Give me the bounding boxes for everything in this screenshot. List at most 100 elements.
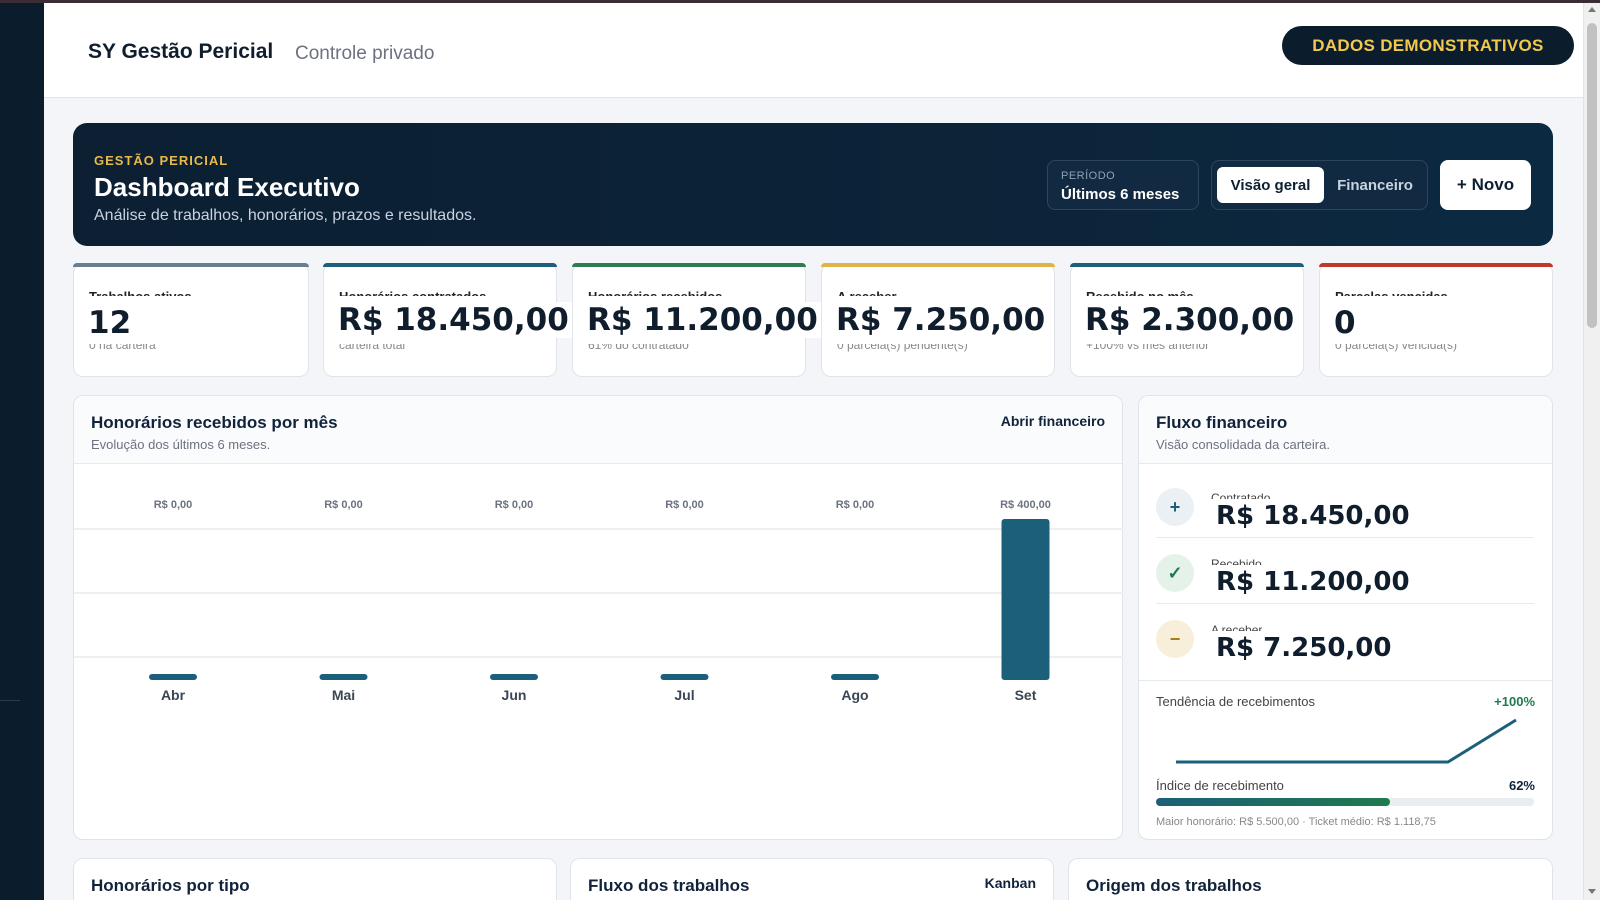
scroll-down-arrow[interactable] [1588,889,1596,894]
period-selector[interactable]: PERÍODO Últimos 6 meses [1047,160,1199,210]
bar-data-label: R$ 0,00 [665,499,704,511]
kpi-sub-text: 0 na carteira [89,344,156,352]
fees-by-type-title: Honorários por tipo [91,876,250,895]
kpi-card[interactable]: Recebido no mês +100% vs mês anterior R$ 2… [1070,263,1304,377]
financial-flow-panel: Fluxo financeiro Visão consolidada da ca… [1138,395,1553,840]
top-bar: SY Gestão Pericial Controle privado DADO… [44,3,1583,98]
kpi-label: Honorários recebidos [588,290,722,296]
bar-data-label: R$ 0,00 [324,499,363,511]
monthly-fees-header: Honorários recebidos por mês Evolução do… [74,396,1122,464]
scroll-up-arrow[interactable] [1588,7,1596,12]
new-button[interactable]: + Novo [1440,160,1531,210]
monthly-fees-title: Honorários recebidos por mês [91,413,338,432]
monthly-fees-panel: Honorários recebidos por mês Evolução do… [73,395,1124,840]
open-financial-link[interactable]: Abrir financeiro [1001,413,1105,429]
flow-row-received: ✓ Recebido R$ 11.200,00 [1156,538,1534,604]
kpi-sub-text: carteira total [339,344,406,352]
work-origin-panel: Origem dos trabalhos [1068,858,1553,900]
flow-divider [1139,680,1552,681]
kanban-link[interactable]: Kanban [985,875,1036,891]
flow-label: Contratado [1211,491,1271,499]
flow-value: R$ 18.450,00 [1216,501,1414,531]
bar-jun[interactable] [490,674,538,680]
flow-row-receivable: − A receber R$ 7.250,00 [1156,604,1534,670]
kpi-sub: 61% do contratado [588,344,689,360]
trend-line [1176,718,1517,764]
tab-financial[interactable]: Financeiro [1325,167,1425,203]
fees-by-type-panel: Honorários por tipo [73,858,557,900]
financial-flow-subtitle: Visão consolidada da carteira. [1156,437,1330,452]
x-tick-label: Jun [502,687,527,703]
kpi-sub: carteira total [339,344,405,360]
period-label: PERÍODO [1061,170,1116,182]
flow-label: A receber [1211,623,1263,631]
kpi-sub-text: 61% do contratado [588,344,689,352]
kpi-label: Recebido no mês [1086,290,1194,296]
financial-flow-title: Fluxo financeiro [1156,413,1288,432]
kpi-sub: 0 parcela(s) vencida(s) [1335,344,1457,360]
kpi-sub-text: 0 parcela(s) pendente(s) [837,344,968,352]
kpi-sub-text: +100% vs mês anterior [1086,344,1210,352]
monthly-fees-chart: R$ 0,00 Abr R$ 0,00 Mai R$ 0,00 Jun R$ 0,00 Jul… [74,499,1124,703]
work-origin-title: Origem dos trabalhos [1086,876,1262,895]
kpi-value: 0 [1334,305,1362,341]
monthly-fees-subtitle: Evolução dos últimos 6 meses. [91,437,271,452]
sidebar [0,3,44,900]
kpi-sub: 0 parcela(s) pendente(s) [837,344,968,360]
kpi-card[interactable]: Honorários contratados carteira total R$ 1… [323,263,575,377]
minus-icon: − [1156,620,1194,658]
kpi-label: Honorários contratados [339,290,486,296]
kpi-card[interactable]: A receber 0 parcela(s) pendente(s) R$ 7.25… [821,263,1055,377]
scroll-thumb[interactable] [1587,23,1597,328]
kpi-label: Parcelas vencidas [1335,290,1448,296]
kpi-value: R$ 7.250,00 [836,302,1052,338]
page-title: Dashboard Executivo [94,172,360,202]
x-tick-label: Set [1015,687,1037,703]
bar-set[interactable] [1001,519,1050,680]
x-tick-label: Abr [161,687,186,703]
app-brand[interactable]: SY Gestão Pericial [88,40,273,64]
bar-data-label: R$ 0,00 [836,499,875,511]
tab-overview[interactable]: Visão geral [1217,167,1324,203]
bar-data-label: R$ 0,00 [154,499,193,511]
flow-value: R$ 7.250,00 [1216,633,1396,663]
work-flow-title: Fluxo dos trabalhos [588,876,750,895]
bar-data-label: R$ 0,00 [495,499,534,511]
x-tick-label: Jul [674,687,694,703]
plus-icon: + [1156,488,1194,526]
page-subtitle: Análise de trabalhos, honorários, prazos… [94,207,477,224]
flow-label: Recebido [1211,557,1262,565]
index-progress-track [1156,798,1534,806]
bar-ago[interactable] [831,674,879,680]
bar-data-label: R$ 400,00 [1000,499,1051,511]
trend-sparkline [1176,718,1517,764]
period-value: Últimos 6 meses [1061,186,1180,203]
flow-row-contracted: + Contratado R$ 18.450,00 [1156,472,1534,538]
work-flow-panel: Fluxo dos trabalhos Kanban [570,858,1054,900]
kpi-value: R$ 2.300,00 [1085,302,1301,338]
financial-flow-header: Fluxo financeiro Visão consolidada da ca… [1139,396,1552,464]
bar-jul[interactable] [660,674,709,680]
kpi-value: R$ 18.450,00 [338,302,575,338]
index-label: Índice de recebimento [1156,778,1284,793]
trend-label: Tendência de recebimentos [1156,694,1315,709]
bar-abr[interactable] [149,674,197,680]
dashboard-header: GESTÃO PERICIAL Dashboard Executivo Anál… [73,123,1553,246]
check-icon: ✓ [1156,554,1194,592]
kpi-label: Trabalhos ativos [89,290,192,296]
kpi-label: A receber [837,290,897,296]
bar-mai[interactable] [319,674,368,680]
trend-percent: +100% [1494,694,1535,709]
app-subtitle: Controle privado [295,43,435,64]
flow-footnote: Maior honorário: R$ 5.500,00 · Ticket mé… [1156,816,1436,828]
sidebar-divider [0,700,20,701]
kpi-card[interactable]: Trabalhos ativos 0 na carteira 12 [73,263,309,377]
kpi-sub-text: 0 parcela(s) vencida(s) [1335,344,1458,352]
kpi-value: R$ 11.200,00 [587,302,824,338]
index-percent: 62% [1508,778,1535,793]
page-scrollbar[interactable] [1583,3,1600,900]
kpi-card[interactable]: Honorários recebidos 61% do contratado R$ … [572,263,824,377]
flow-value: R$ 11.200,00 [1216,567,1414,597]
x-tick-label: Ago [841,687,868,703]
kpi-card[interactable]: Parcelas vencidas 0 parcela(s) vencida(s)… [1319,263,1553,377]
